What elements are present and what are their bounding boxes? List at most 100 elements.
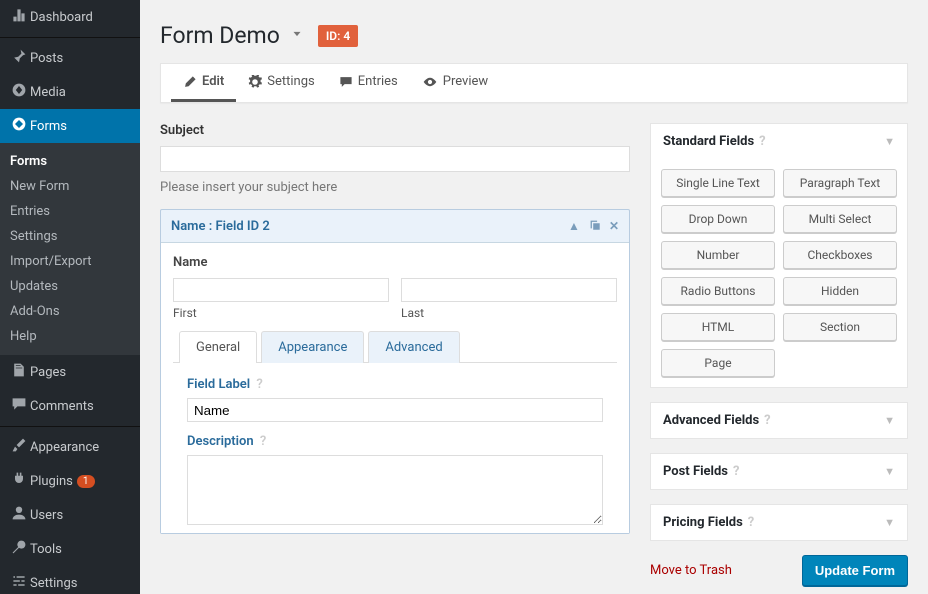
field-single-line-text[interactable]: Single Line Text [661, 169, 775, 197]
help-icon[interactable]: ? [748, 515, 754, 530]
sidebar-item-tools[interactable]: Tools [0, 532, 140, 566]
field-number[interactable]: Number [661, 241, 775, 269]
panel-header[interactable]: Advanced Fields ? ▼ [651, 403, 907, 438]
sidebar-item-pages[interactable]: Pages [0, 355, 140, 389]
tab-label: Entries [358, 74, 398, 89]
subject-input[interactable] [160, 146, 630, 172]
sliders-icon [8, 573, 30, 593]
page-title: Form Demo [160, 22, 280, 49]
dashboard-icon [8, 7, 30, 27]
field-name-label: Name [173, 255, 617, 270]
form-actions: Move to Trash Update Form [650, 555, 908, 586]
admin-sidebar: Dashboard Posts Media Forms Forms New Fo… [0, 0, 140, 594]
submenu-settings[interactable]: Settings [0, 224, 140, 249]
sidebar-label: Media [30, 85, 66, 100]
speech-icon [339, 75, 353, 89]
duplicate-icon[interactable] [588, 218, 601, 234]
sidebar-item-plugins[interactable]: Plugins 1 [0, 464, 140, 498]
submenu-forms[interactable]: Forms [0, 149, 140, 174]
sidebar-item-media[interactable]: Media [0, 75, 140, 109]
field-multi-select[interactable]: Multi Select [783, 205, 897, 233]
page-icon [8, 362, 30, 382]
comment-icon [8, 396, 30, 416]
last-name-input[interactable] [401, 278, 617, 302]
sidebar-item-comments[interactable]: Comments [0, 389, 140, 423]
brush-icon [8, 437, 30, 457]
sidebar-item-users[interactable]: Users [0, 498, 140, 532]
sidebar-label: Comments [30, 399, 94, 414]
submenu-new-form[interactable]: New Form [0, 174, 140, 199]
field-label-label: Field Label ? [187, 377, 603, 392]
description-label: Description ? [187, 434, 603, 449]
form-tabs: Edit Settings Entries Preview [160, 63, 908, 103]
panel-advanced-fields: Advanced Fields ? ▼ [650, 402, 908, 439]
separator [0, 426, 140, 427]
tab-edit[interactable]: Edit [171, 64, 236, 102]
id-badge: ID: 4 [318, 25, 358, 47]
separator [0, 37, 140, 38]
field-editor-box: Name : Field ID 2 ▲ ✕ Name [160, 209, 630, 534]
panel-title: Advanced Fields [663, 413, 759, 428]
field-drop-down[interactable]: Drop Down [661, 205, 775, 233]
sidebar-submenu: Forms New Form Entries Settings Import/E… [0, 143, 140, 355]
field-hidden[interactable]: Hidden [783, 277, 897, 305]
help-icon[interactable]: ? [759, 134, 765, 149]
description-textarea[interactable] [187, 455, 603, 525]
field-section[interactable]: Section [783, 313, 897, 341]
field-label-input[interactable] [187, 398, 603, 422]
tab-label: Preview [443, 74, 488, 89]
collapse-icon[interactable]: ▲ [568, 219, 580, 233]
sidebar-item-settings[interactable]: Settings [0, 566, 140, 594]
move-to-trash-link[interactable]: Move to Trash [650, 563, 732, 578]
field-page[interactable]: Page [661, 349, 775, 377]
update-badge: 1 [77, 475, 95, 488]
sidebar-label: Posts [30, 51, 63, 66]
tab-settings[interactable]: Settings [236, 64, 326, 102]
field-box-title: Name : Field ID 2 [171, 219, 270, 234]
tab-entries[interactable]: Entries [327, 64, 410, 102]
pencil-icon [183, 75, 197, 89]
page-header: Form Demo ID: 4 [160, 0, 908, 63]
field-html[interactable]: HTML [661, 313, 775, 341]
pin-icon [8, 48, 30, 68]
tab-appearance[interactable]: Appearance [261, 331, 364, 363]
submenu-updates[interactable]: Updates [0, 274, 140, 299]
panel-header[interactable]: Pricing Fields ? ▼ [651, 505, 907, 540]
gear-icon [248, 75, 262, 89]
help-icon[interactable]: ? [764, 413, 770, 428]
submenu-import-export[interactable]: Import/Export [0, 249, 140, 274]
panel-header[interactable]: Standard Fields ? ▼ [651, 124, 907, 159]
wrench-icon [8, 539, 30, 559]
submenu-entries[interactable]: Entries [0, 199, 140, 224]
field-radio-buttons[interactable]: Radio Buttons [661, 277, 775, 305]
first-sublabel: First [173, 306, 389, 320]
field-palette: Standard Fields ? ▼ Single Line Text Par… [650, 123, 908, 586]
sidebar-item-posts[interactable]: Posts [0, 41, 140, 75]
sidebar-label: Users [30, 508, 63, 523]
sidebar-label: Dashboard [30, 10, 93, 25]
subject-hint: Please insert your subject here [160, 180, 630, 195]
sidebar-item-dashboard[interactable]: Dashboard [0, 0, 140, 34]
field-box-header[interactable]: Name : Field ID 2 ▲ ✕ [161, 210, 629, 243]
eye-icon [422, 75, 438, 89]
tab-general[interactable]: General [179, 331, 257, 363]
tab-preview[interactable]: Preview [410, 64, 500, 102]
sidebar-label: Forms [30, 119, 67, 134]
panel-header[interactable]: Post Fields ? ▼ [651, 454, 907, 489]
help-icon[interactable]: ? [260, 434, 266, 449]
sidebar-item-forms[interactable]: Forms [0, 109, 140, 143]
help-icon[interactable]: ? [256, 377, 262, 392]
delete-icon[interactable]: ✕ [609, 219, 619, 233]
subject-label: Subject [160, 123, 630, 138]
sidebar-label: Pages [30, 365, 66, 380]
form-switcher-chevron-icon[interactable] [290, 25, 304, 46]
first-name-input[interactable] [173, 278, 389, 302]
tab-advanced[interactable]: Advanced [368, 331, 459, 363]
field-paragraph-text[interactable]: Paragraph Text [783, 169, 897, 197]
field-checkboxes[interactable]: Checkboxes [783, 241, 897, 269]
sidebar-item-appearance[interactable]: Appearance [0, 430, 140, 464]
update-form-button[interactable]: Update Form [802, 555, 908, 586]
submenu-help[interactable]: Help [0, 324, 140, 349]
help-icon[interactable]: ? [733, 464, 739, 479]
submenu-addons[interactable]: Add-Ons [0, 299, 140, 324]
